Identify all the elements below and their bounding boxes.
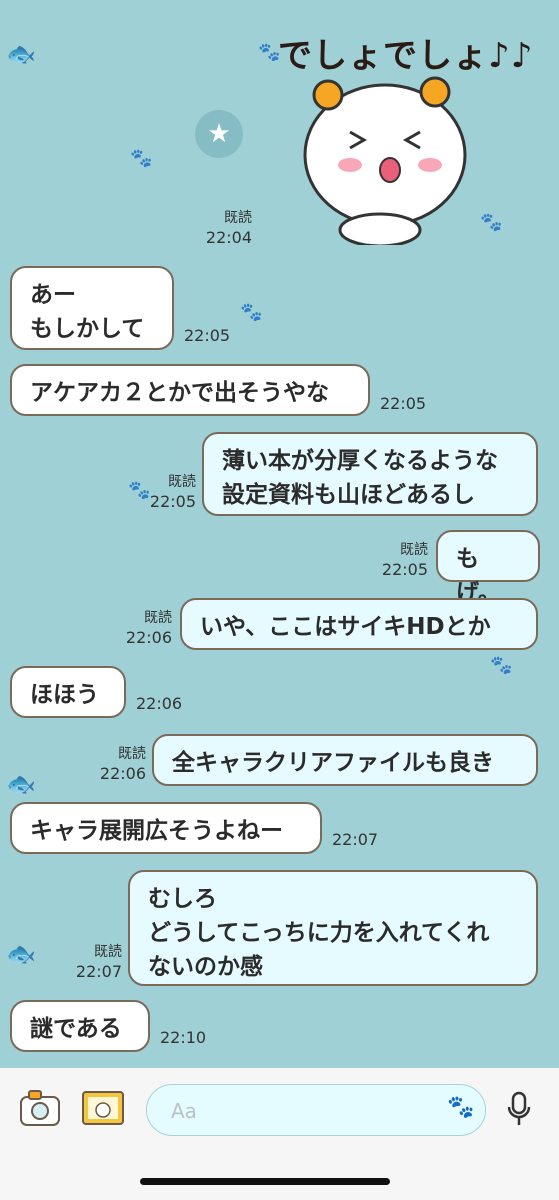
sticker-caption: でしょでしょ♪♪: [278, 36, 534, 76]
message-time: 22:10: [160, 1028, 207, 1047]
message-time: 22:05: [149, 492, 196, 511]
paw-icon[interactable]: 🐾: [447, 1095, 474, 1120]
message-time: 22:05: [380, 394, 427, 413]
message-time: 22:06: [136, 694, 183, 713]
message-time: 22:06: [125, 628, 172, 647]
paw-decoration: 🐾: [490, 655, 513, 676]
message-meta: 既読 22:07: [66, 942, 122, 982]
incoming-message-bubble[interactable]: ほほう: [10, 666, 126, 718]
message-meta: 既読 22:06: [90, 744, 146, 784]
outgoing-message-bubble[interactable]: むしろ どうしてこっちに力を入れてくれ ないのか感: [128, 870, 538, 986]
message-time: 22:07: [332, 830, 379, 849]
incoming-message-bubble[interactable]: キャラ展開広そうよねー: [10, 802, 322, 854]
message-meta: 既読 22:04: [190, 208, 252, 248]
message-meta: 既読 22:05: [140, 472, 196, 512]
read-status: 既読: [118, 746, 146, 762]
outgoing-message-bubble[interactable]: 薄い本が分厚くなるような 設定資料も山ほどあるし: [202, 432, 538, 516]
message-time: 22:05: [184, 326, 231, 345]
message-input-placeholder: Aa: [171, 1099, 197, 1123]
message-time: 22:06: [99, 764, 146, 783]
fishbone-decoration: 🐟: [6, 940, 36, 968]
incoming-message-bubble[interactable]: 謎である: [10, 1000, 150, 1052]
read-status: 既読: [144, 610, 172, 626]
read-status: 既読: [168, 474, 196, 490]
read-status: 既読: [400, 542, 428, 558]
fishbone-decoration: 🐟: [6, 770, 36, 798]
message-time: 22:04: [205, 228, 252, 247]
fishbone-decoration: 🐟: [6, 40, 36, 68]
read-status: 既読: [94, 944, 122, 960]
incoming-message-bubble[interactable]: アケアカ２とかで出そうやな: [10, 364, 370, 416]
mic-icon[interactable]: [502, 1090, 536, 1130]
paw-decoration: 🐾: [130, 148, 153, 169]
message-time: 22:07: [75, 962, 122, 981]
outgoing-message-bubble[interactable]: 全キャラクリアファイルも良き: [152, 734, 538, 786]
message-meta: 既読 22:06: [116, 608, 172, 648]
paw-decoration: 🐾: [240, 302, 263, 323]
home-indicator: [140, 1178, 390, 1185]
message-input[interactable]: Aa 🐾: [146, 1084, 486, 1136]
message-meta: 既読 22:05: [372, 540, 428, 580]
incoming-message-bubble[interactable]: あー もしかして: [10, 266, 174, 350]
outgoing-message-bubble[interactable]: もげ。: [436, 530, 540, 606]
message-time: 22:05: [381, 560, 428, 579]
camera-icon[interactable]: [18, 1088, 62, 1128]
favorite-star-icon[interactable]: ★: [195, 110, 243, 158]
read-status: 既読: [224, 210, 252, 226]
outgoing-message-bubble[interactable]: いや、ここはサイキHDとか: [180, 598, 538, 650]
image-icon[interactable]: [80, 1088, 126, 1128]
